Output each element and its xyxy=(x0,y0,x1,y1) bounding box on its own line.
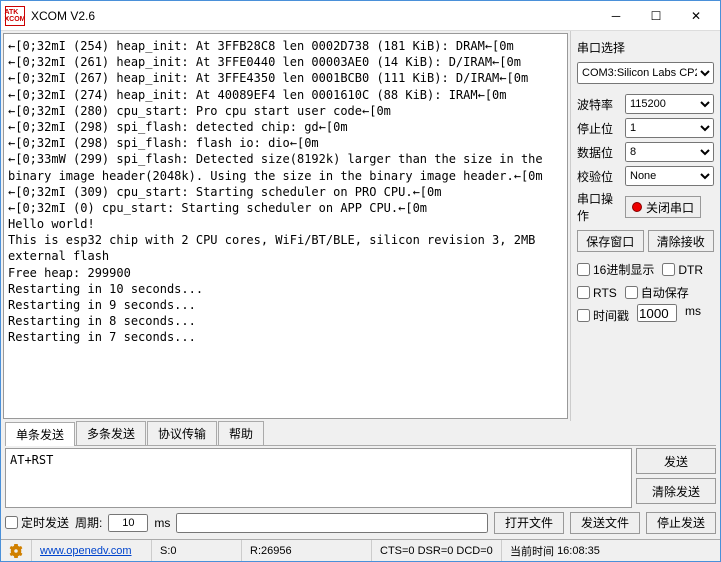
maximize-button[interactable]: ☐ xyxy=(636,2,676,30)
baud-label: 波特率 xyxy=(577,96,621,113)
save-window-button[interactable]: 保存窗口 xyxy=(577,230,644,252)
current-time: 当前时间 16:08:35 xyxy=(502,540,720,561)
send-area: AT+RST 发送 清除发送 xyxy=(5,448,716,508)
dtr-checkbox[interactable]: DTR xyxy=(662,261,703,278)
tabs: 单条发送 多条发送 协议传输 帮助 xyxy=(5,421,716,446)
tab-multi[interactable]: 多条发送 xyxy=(76,421,146,445)
parity-select[interactable]: None xyxy=(625,166,714,186)
period-input[interactable] xyxy=(108,514,148,532)
file-path-input[interactable] xyxy=(176,513,488,533)
window-controls: ─ ☐ ✕ xyxy=(596,2,716,30)
op-label: 串口操作 xyxy=(577,190,621,224)
tab-single[interactable]: 单条发送 xyxy=(5,422,75,446)
app-icon: ATKXCOM xyxy=(5,6,25,26)
titlebar: ATKXCOM XCOM V2.6 ─ ☐ ✕ xyxy=(1,1,720,31)
stop-select[interactable]: 1 xyxy=(625,118,714,138)
statusbar: www.openedv.com S:0 R:26956 CTS=0 DSR=0 … xyxy=(1,539,720,561)
autosave-checkbox[interactable]: 自动保存 xyxy=(625,284,689,301)
sent-count: S:0 xyxy=(152,540,242,561)
signal-status: CTS=0 DSR=0 DCD=0 xyxy=(372,540,502,561)
timestamp-unit: ms xyxy=(685,304,701,327)
send-button[interactable]: 发送 xyxy=(636,448,716,474)
period-unit: ms xyxy=(154,516,170,530)
port-toggle-button[interactable]: 关闭串口 xyxy=(625,196,701,218)
status-indicator-icon xyxy=(632,202,642,212)
parity-label: 校验位 xyxy=(577,168,621,185)
send-input[interactable]: AT+RST xyxy=(5,448,632,508)
timestamp-input[interactable] xyxy=(637,304,677,322)
stop-send-button[interactable]: 停止发送 xyxy=(646,512,716,534)
hex-display-checkbox[interactable]: 16进制显示 xyxy=(577,261,654,278)
port-select-label: 串口选择 xyxy=(577,39,714,56)
main-body: ←[0;32mI (254) heap_init: At 3FFB28C8 le… xyxy=(1,31,720,421)
port-toggle-label: 关闭串口 xyxy=(646,199,694,216)
app-window: ATKXCOM XCOM V2.6 ─ ☐ ✕ ←[0;32mI (254) h… xyxy=(0,0,721,562)
tab-help[interactable]: 帮助 xyxy=(218,421,264,445)
log-output[interactable]: ←[0;32mI (254) heap_init: At 3FFB28C8 le… xyxy=(3,33,568,419)
minimize-button[interactable]: ─ xyxy=(596,2,636,30)
data-label: 数据位 xyxy=(577,144,621,161)
clear-send-button[interactable]: 清除发送 xyxy=(636,478,716,504)
stop-label: 停止位 xyxy=(577,120,621,137)
baud-select[interactable]: 115200 xyxy=(625,94,714,114)
timed-send-checkbox[interactable]: 定时发送 xyxy=(5,514,69,531)
open-file-button[interactable]: 打开文件 xyxy=(494,512,564,534)
tab-protocol[interactable]: 协议传输 xyxy=(147,421,217,445)
window-title: XCOM V2.6 xyxy=(31,9,596,23)
data-select[interactable]: 8 xyxy=(625,142,714,162)
timestamp-checkbox[interactable]: 时间戳 xyxy=(577,307,629,324)
rts-checkbox[interactable]: RTS xyxy=(577,284,617,301)
recv-count: R:26956 xyxy=(242,540,372,561)
send-file-button[interactable]: 发送文件 xyxy=(570,512,640,534)
close-button[interactable]: ✕ xyxy=(676,2,716,30)
clear-recv-button[interactable]: 清除接收 xyxy=(648,230,715,252)
url-link[interactable]: www.openedv.com xyxy=(40,545,132,557)
settings-icon[interactable] xyxy=(1,540,32,561)
sidebar: 串口选择 COM3:Silicon Labs CP2 波特率115200 停止位… xyxy=(570,31,720,421)
period-label: 周期: xyxy=(75,514,102,531)
port-select[interactable]: COM3:Silicon Labs CP2 xyxy=(577,62,714,84)
